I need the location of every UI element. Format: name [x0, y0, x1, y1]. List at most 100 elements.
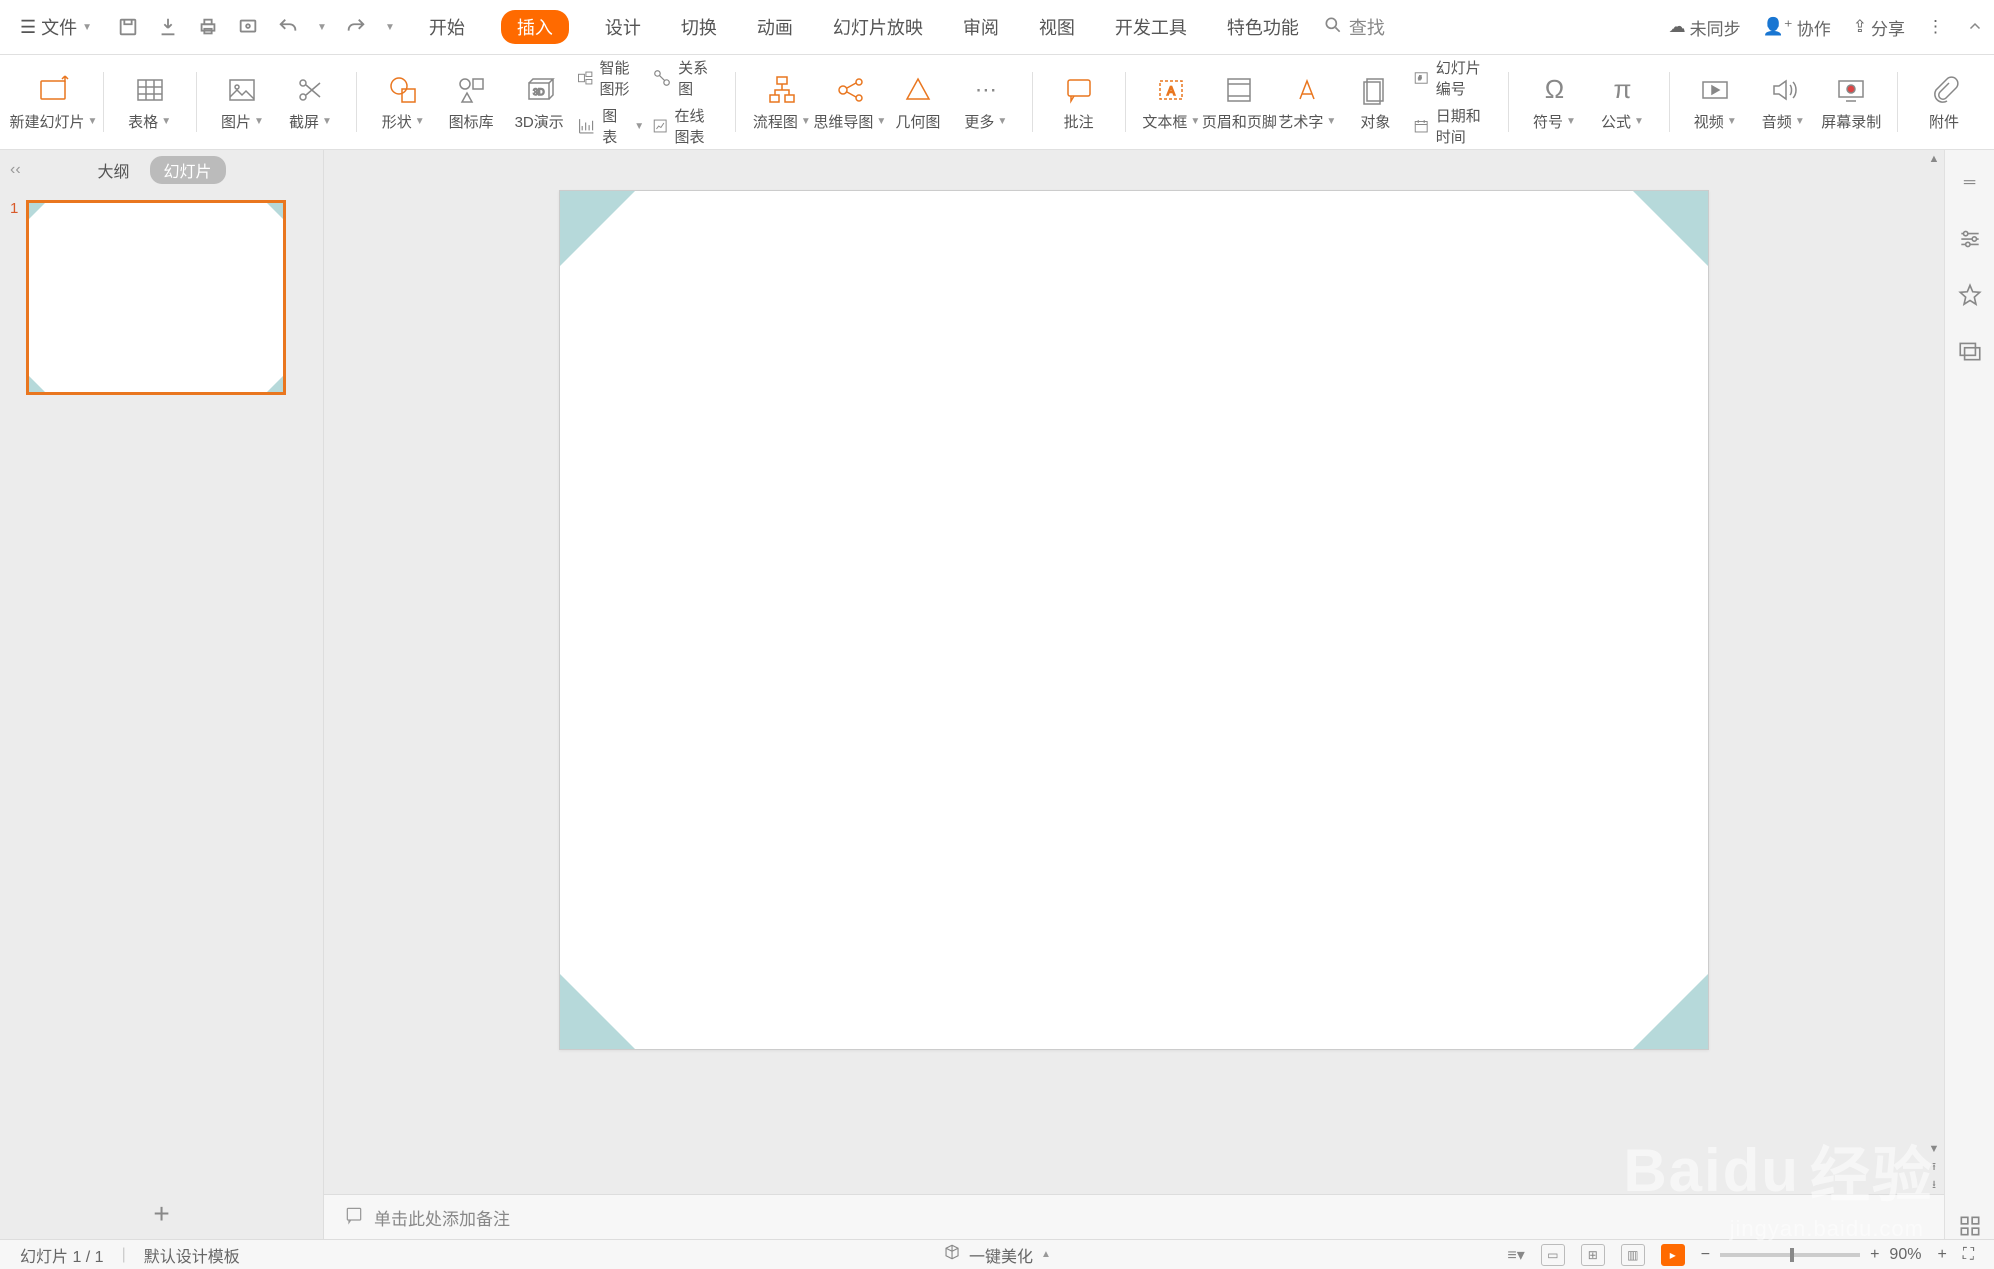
- attach-label: 附件: [1929, 111, 1959, 132]
- divider: [356, 72, 357, 132]
- search-button[interactable]: 查找: [1323, 14, 1385, 40]
- drag-handle-icon[interactable]: ═: [1957, 170, 1983, 196]
- preview-icon[interactable]: [237, 16, 259, 38]
- chevron-up-icon: ▲: [1041, 1249, 1051, 1260]
- comment-button[interactable]: 批注: [1049, 73, 1109, 132]
- flowchart-label: 流程图: [753, 111, 798, 132]
- qat-customize-dropdown[interactable]: ▼: [385, 22, 395, 33]
- zoom-value[interactable]: 90%: [1889, 1246, 1921, 1264]
- tab-features[interactable]: 特色功能: [1223, 8, 1303, 46]
- scroll-down-icon[interactable]: ▼: [1929, 1140, 1940, 1158]
- 3d-label: 3D演示: [515, 111, 564, 132]
- file-menu[interactable]: ☰ 文件 ▼: [10, 9, 102, 45]
- print-icon[interactable]: [197, 16, 219, 38]
- tab-transition[interactable]: 切换: [677, 8, 721, 46]
- apps-rail-icon[interactable]: [1957, 1213, 1983, 1239]
- zoom-add-button[interactable]: +: [1937, 1246, 1946, 1264]
- geometry-icon: [901, 73, 935, 107]
- notes-toggle-icon[interactable]: ≡▾: [1507, 1245, 1524, 1265]
- tab-slideshow[interactable]: 幻灯片放映: [829, 8, 927, 46]
- tab-devtools[interactable]: 开发工具: [1111, 8, 1191, 46]
- tab-review[interactable]: 审阅: [959, 8, 1003, 46]
- flowchart-button[interactable]: 流程图▼: [752, 73, 812, 132]
- sync-status[interactable]: ☁未同步: [1669, 15, 1741, 40]
- scroll-up-icon[interactable]: ▲: [1929, 150, 1940, 168]
- collab-button[interactable]: 👤⁺协作: [1763, 15, 1831, 40]
- tab-insert[interactable]: 插入: [501, 10, 569, 44]
- redo-icon[interactable]: [345, 16, 367, 38]
- normal-view-button[interactable]: ▭: [1541, 1244, 1565, 1266]
- more-menu[interactable]: ⋮: [1927, 17, 1944, 37]
- tab-animation[interactable]: 动画: [753, 8, 797, 46]
- star-rail-icon[interactable]: [1957, 282, 1983, 308]
- textbox-button[interactable]: A 文本框▼: [1141, 73, 1201, 132]
- thumbnail-list: 1: [0, 190, 323, 1189]
- formula-button[interactable]: π 公式▼: [1593, 73, 1653, 132]
- object-label: 对象: [1360, 111, 1390, 132]
- add-slide-button[interactable]: +: [0, 1189, 323, 1239]
- mindmap-button[interactable]: 思维导图▼: [820, 73, 880, 132]
- zoom-in-button[interactable]: +: [1870, 1246, 1879, 1264]
- slide-canvas[interactable]: [559, 190, 1709, 1050]
- 3d-button[interactable]: 3D 3D演示: [509, 73, 569, 132]
- slides-tab[interactable]: 幻灯片: [150, 156, 226, 184]
- export-icon[interactable]: [157, 16, 179, 38]
- chart-button[interactable]: 图表▼: [577, 105, 644, 147]
- reading-view-button[interactable]: ▥: [1621, 1244, 1645, 1266]
- table-label: 表格: [128, 111, 158, 132]
- attach-button[interactable]: 附件: [1914, 73, 1974, 132]
- relation-button[interactable]: 关系图: [652, 57, 719, 99]
- datetime-button[interactable]: 日期和时间: [1413, 105, 1491, 147]
- more-button[interactable]: ⋯ 更多▼: [956, 73, 1016, 132]
- template-rail-icon[interactable]: [1957, 338, 1983, 364]
- notes-pane[interactable]: 单击此处添加备注: [324, 1194, 1944, 1239]
- object-button[interactable]: 对象: [1345, 73, 1405, 132]
- textbox-icon: A: [1154, 73, 1188, 107]
- save-icon[interactable]: [117, 16, 139, 38]
- sorter-view-button[interactable]: ⊞: [1581, 1244, 1605, 1266]
- geometry-button[interactable]: 几何图: [888, 73, 948, 132]
- undo-icon[interactable]: [277, 16, 299, 38]
- wordart-button[interactable]: 艺术字▼: [1277, 73, 1337, 132]
- collapse-ribbon[interactable]: [1966, 18, 1984, 36]
- shape-button[interactable]: 形状▼: [373, 73, 433, 132]
- table-button[interactable]: 表格▼: [120, 73, 180, 132]
- fit-screen-button[interactable]: ⛶: [1963, 1246, 1974, 1264]
- slidenum-button[interactable]: #幻灯片编号: [1413, 57, 1491, 99]
- settings-rail-icon[interactable]: [1957, 226, 1983, 252]
- ribbon-tabs: 开始 插入 设计 切换 动画 幻灯片放映 审阅 视图 开发工具 特色功能: [425, 8, 1303, 46]
- slideshow-view-button[interactable]: ▸: [1661, 1244, 1685, 1266]
- thumbnail-item[interactable]: 1: [10, 200, 313, 395]
- share-button[interactable]: ⇪分享: [1853, 15, 1905, 40]
- headerfooter-button[interactable]: 页眉和页脚: [1209, 73, 1269, 132]
- vertical-scrollbar[interactable]: ▲ ▼ ⭱ ⭳: [1924, 150, 1944, 1194]
- video-button[interactable]: 视频▼: [1685, 73, 1745, 132]
- undo-dropdown[interactable]: ▼: [317, 22, 327, 33]
- page-indicator[interactable]: 幻灯片 1 / 1: [20, 1243, 104, 1267]
- picture-button[interactable]: 图片▼: [212, 73, 272, 132]
- picture-label: 图片: [221, 111, 251, 132]
- next-slide-icon[interactable]: ⭳: [1932, 1176, 1936, 1194]
- outline-tab[interactable]: 大纲: [97, 158, 129, 182]
- screenshot-button[interactable]: 截屏▼: [280, 73, 340, 132]
- wordart-label: 艺术字: [1278, 111, 1323, 132]
- tab-home[interactable]: 开始: [425, 8, 469, 46]
- zoom-out-button[interactable]: −: [1701, 1246, 1710, 1264]
- collapse-panel-icon[interactable]: ‹‹: [10, 161, 21, 179]
- iconlib-button[interactable]: 图标库: [441, 73, 501, 132]
- screencap-icon: [1834, 73, 1868, 107]
- template-name[interactable]: 默认设计模板: [144, 1243, 240, 1267]
- screencap-button[interactable]: 屏幕录制: [1821, 73, 1881, 132]
- symbol-button[interactable]: Ω 符号▼: [1525, 73, 1585, 132]
- audio-button[interactable]: 音频▼: [1753, 73, 1813, 132]
- tab-design[interactable]: 设计: [601, 8, 645, 46]
- beautify-button[interactable]: 一键美化 ▲: [943, 1243, 1051, 1267]
- smartart-button[interactable]: 智能图形: [577, 57, 644, 99]
- prev-slide-icon[interactable]: ⭱: [1932, 1158, 1936, 1176]
- zoom-thumb[interactable]: [1790, 1248, 1794, 1262]
- thumbnail-preview[interactable]: [26, 200, 286, 395]
- onlinechart-button[interactable]: 在线图表: [652, 105, 719, 147]
- zoom-slider[interactable]: [1720, 1253, 1860, 1257]
- new-slide-button[interactable]: 新建幻灯片▼: [20, 73, 87, 132]
- tab-view[interactable]: 视图: [1035, 8, 1079, 46]
